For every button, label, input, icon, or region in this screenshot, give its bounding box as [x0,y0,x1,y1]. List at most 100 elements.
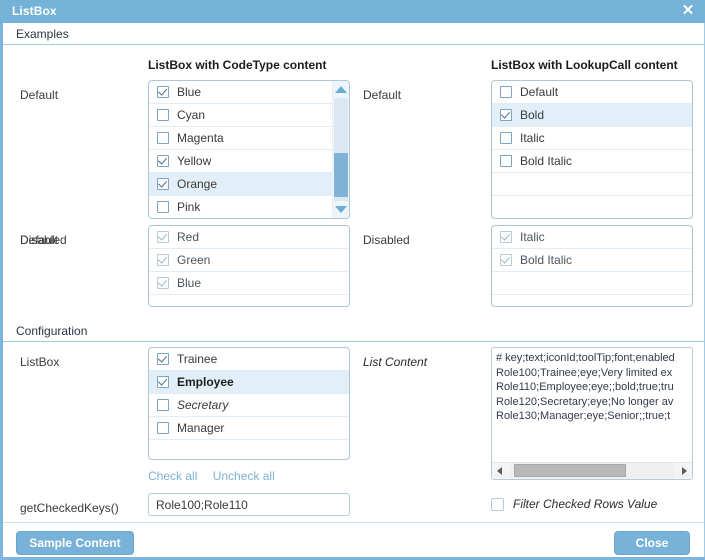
list-item[interactable]: Trainee [149,348,349,371]
listbox-vertical-scrollbar[interactable] [332,81,349,218]
list-item[interactable]: Blue [149,81,332,104]
list-item-label: Blue [177,85,202,99]
list-item-label: Orange [177,177,218,191]
scroll-right-icon[interactable] [675,463,692,479]
list-item-label: Default [520,85,559,99]
list-item[interactable]: Employee [149,371,349,394]
listbox-lookupcall-disabled: Italic Bold Italic [491,225,693,307]
listbox-codetype-disabled-rows: Red Green Blue [149,226,349,306]
listbox-lookupcall-default[interactable]: Default Bold Italic Bold Italic [491,80,693,219]
list-item: Red [149,226,349,249]
list-item-empty [149,440,349,459]
list-item[interactable]: Italic [492,127,692,150]
listbox-lookupcall-default-rows: Default Bold Italic Bold Italic [492,81,692,218]
list-item-label: Trainee [177,352,218,366]
textarea-horizontal-scrollbar[interactable] [492,462,692,479]
checkbox-icon[interactable] [157,376,169,388]
check-all-link[interactable]: Check all [148,469,197,483]
label-default-codetype: Default [20,88,59,102]
checkbox-icon[interactable] [500,86,512,98]
list-item-label: Blue [177,276,202,290]
get-checked-keys-value: Role100;Role110 [156,498,248,512]
list-item-label: Italic [520,230,545,244]
list-item-empty [149,295,349,306]
list-item-empty [492,272,692,295]
scroll-up-icon[interactable] [333,81,349,98]
list-item[interactable]: Pink [149,196,332,218]
list-item-label: Employee [177,375,234,389]
sample-content-button[interactable]: Sample Content [16,531,134,555]
list-item[interactable]: Cyan [149,104,332,127]
checkbox-icon[interactable] [500,132,512,144]
listbox-configuration-roles[interactable]: Trainee Employee Secretary Manager [148,347,350,460]
list-item-label: Secretary [177,398,229,412]
checkbox-icon[interactable] [157,399,169,411]
checkbox-icon[interactable] [491,497,504,511]
list-item-label: Yellow [177,154,212,168]
label-config-listbox: ListBox [20,355,60,369]
list-item[interactable]: Manager [149,417,349,440]
label-list-content: List Content [363,355,428,369]
list-item[interactable]: Magenta [149,127,332,150]
list-item-label: Bold [520,108,545,122]
list-item-label: Cyan [177,108,206,122]
list-item: Italic [492,226,692,249]
listbox-codetype-disabled: Red Green Blue [148,225,350,307]
list-item[interactable]: Bold [492,104,692,127]
scrollbar-thumb[interactable] [334,153,348,197]
checkbox-icon[interactable] [500,109,512,121]
list-item-empty [492,173,692,196]
checkbox-icon [500,254,512,266]
checkbox-icon[interactable] [157,155,169,167]
listbox-codetype-default[interactable]: Blue Cyan Magenta Yellow Orange Pink [148,80,350,219]
column-header-codetype: ListBox with CodeType content [148,58,327,72]
listbox-codetype-default-rows: Blue Cyan Magenta Yellow Orange Pink [149,81,332,218]
uncheck-all-link[interactable]: Uncheck all [213,469,275,483]
scroll-left-icon[interactable] [492,463,509,479]
section-header-examples: Examples [3,23,704,45]
close-icon[interactable]: ✕ [680,2,696,19]
list-item-label: Bold Italic [520,253,573,267]
label-disabled-codetype: Disabled [20,233,67,247]
checkbox-icon[interactable] [157,109,169,121]
list-item-label: Green [177,253,211,267]
dialog-titlebar: ListBox ✕ [0,0,705,23]
label-disabled-lookupcall: Disabled [363,233,410,247]
filter-checked-rows-label: Filter Checked Rows Value [513,497,658,511]
checkbox-icon[interactable] [157,353,169,365]
checkbox-icon[interactable] [157,178,169,190]
close-button[interactable]: Close [614,531,690,555]
list-item[interactable]: Orange [149,173,332,196]
listbox-lookupcall-disabled-rows: Italic Bold Italic [492,226,692,306]
checkbox-icon [157,231,169,243]
list-item: Blue [149,272,349,295]
checkbox-icon [500,231,512,243]
list-content-text: # key;text;iconId;toolTip;font;enabled R… [496,352,675,423]
list-item-empty [492,196,692,218]
scroll-down-icon[interactable] [333,201,349,218]
listbox-bulk-actions: Check all Uncheck all [148,469,287,483]
list-item: Green [149,249,349,272]
checkbox-icon[interactable] [157,132,169,144]
list-content-textarea[interactable]: # key;text;iconId;toolTip;font;enabled R… [491,347,693,480]
checkbox-icon[interactable] [157,86,169,98]
list-item[interactable]: Default [492,81,692,104]
list-item[interactable]: Yellow [149,150,332,173]
label-get-checked-keys: getCheckedKeys() [20,501,119,515]
listbox-configuration-roles-rows: Trainee Employee Secretary Manager [149,348,349,459]
list-item-empty [492,295,692,306]
filter-checked-rows-field[interactable]: Filter Checked Rows Value [491,497,657,511]
checkbox-icon[interactable] [157,422,169,434]
get-checked-keys-input[interactable]: Role100;Role110 [148,493,350,516]
list-item-label: Italic [520,131,545,145]
list-item[interactable]: Secretary [149,394,349,417]
list-item-label: Bold Italic [520,154,573,168]
checkbox-icon [157,254,169,266]
checkbox-icon[interactable] [157,201,169,213]
checkbox-icon [157,277,169,289]
column-header-lookupcall: ListBox with LookupCall content [491,58,678,72]
label-default-lookupcall-left: Default [363,88,402,102]
list-item[interactable]: Bold Italic [492,150,692,173]
checkbox-icon[interactable] [500,155,512,167]
hscrollbar-thumb[interactable] [514,464,626,477]
